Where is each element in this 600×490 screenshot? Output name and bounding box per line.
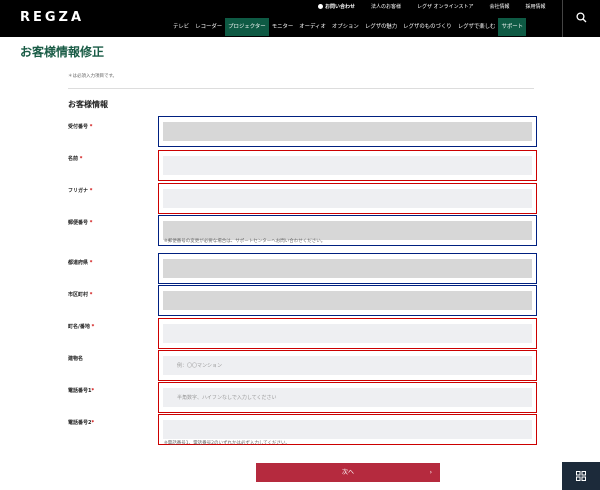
nav-item-craft[interactable]: レグザのものづくり — [400, 18, 455, 36]
street-field — [158, 318, 537, 349]
search-icon — [576, 12, 587, 23]
reception-number-field — [158, 116, 537, 147]
site-header: REGZA お問い合わせ 法人のお客様 レグザ オンラインストア 会社情報 採用… — [0, 0, 600, 37]
reception-number-input[interactable] — [163, 122, 532, 141]
section-title: お客様情報 — [68, 100, 108, 109]
grid-icon — [576, 471, 586, 481]
info-icon — [318, 4, 323, 9]
name-field — [158, 150, 537, 181]
postal-code-hint: ※郵便番号の変更が必要な場合は、サポートセンターへお問い合わせください。 — [164, 239, 326, 244]
phone2-input[interactable] — [163, 420, 532, 439]
furigana-field — [158, 183, 537, 214]
field-label-phone1: 電話番号1* — [68, 388, 95, 394]
name-input[interactable] — [163, 156, 532, 175]
nav-item-support[interactable]: サポート — [498, 18, 527, 36]
building-input[interactable]: 例：〇〇マンション — [163, 356, 532, 375]
page-title: お客様情報修正 — [20, 45, 105, 59]
divider — [68, 88, 534, 89]
nav-item-monitor[interactable]: モニター — [269, 18, 297, 36]
field-label-phone2: 電話番号2* — [68, 420, 95, 426]
menu-grid-button[interactable] — [562, 462, 600, 490]
building-field: 例：〇〇マンション — [158, 350, 537, 381]
field-label-postal-code: 郵便番号 * — [68, 220, 93, 226]
required-note: ＊は必須入力項目です。 — [68, 74, 118, 79]
phone-hint: ※電話番号1、電話番号2のいずれかは必ず入力してください。 — [164, 441, 291, 446]
regza-logo[interactable]: REGZA — [20, 10, 84, 25]
util-contact[interactable]: お問い合わせ — [318, 3, 355, 10]
furigana-input[interactable] — [163, 189, 532, 208]
main-nav: テレビ レコーダー プロジェクター モニター オーディオ オプション レグザの魅… — [170, 18, 527, 36]
field-label-city: 市区町村 * — [68, 292, 93, 298]
field-label-reception-number: 受付番号 * — [68, 124, 93, 130]
util-business[interactable]: 法人のお客様 — [371, 3, 401, 10]
util-recruit[interactable]: 採用情報 — [526, 3, 546, 10]
util-company[interactable]: 会社情報 — [490, 3, 510, 10]
prefecture-field — [158, 253, 537, 284]
nav-item-enjoy[interactable]: レグザで楽しむ — [455, 18, 499, 36]
street-input[interactable] — [163, 324, 532, 343]
next-button-label: 次へ — [341, 469, 354, 476]
nav-item-option[interactable]: オプション — [329, 18, 362, 36]
util-store[interactable]: レグザ オンラインストア — [417, 3, 474, 10]
nav-item-tv[interactable]: テレビ — [170, 18, 192, 36]
nav-item-audio[interactable]: オーディオ — [296, 18, 329, 36]
phone1-field: 半角数字、ハイフンなしで入力してください — [158, 382, 537, 413]
field-label-building: 建物名 — [68, 356, 84, 362]
city-input[interactable] — [163, 291, 532, 310]
phone1-placeholder: 半角数字、ハイフンなしで入力してください — [177, 395, 277, 401]
prefecture-input[interactable] — [163, 259, 532, 278]
utility-nav: お問い合わせ 法人のお客様 レグザ オンラインストア 会社情報 採用情報 — [318, 3, 562, 10]
next-button[interactable]: 次へ › — [256, 463, 440, 482]
nav-item-appeal[interactable]: レグザの魅力 — [362, 18, 400, 36]
field-label-prefecture: 都道府県 * — [68, 260, 93, 266]
nav-item-recorder[interactable]: レコーダー — [192, 18, 225, 36]
field-label-furigana: フリガナ * — [68, 188, 93, 194]
building-placeholder: 例：〇〇マンション — [177, 363, 223, 369]
search-button[interactable] — [562, 0, 600, 37]
city-field — [158, 285, 537, 316]
field-label-street: 町名/番地 * — [68, 324, 95, 330]
field-label-name: 名前 * — [68, 156, 83, 162]
chevron-right-icon: › — [429, 469, 432, 476]
nav-item-projector[interactable]: プロジェクター — [225, 18, 269, 36]
phone1-input[interactable]: 半角数字、ハイフンなしで入力してください — [163, 388, 532, 407]
